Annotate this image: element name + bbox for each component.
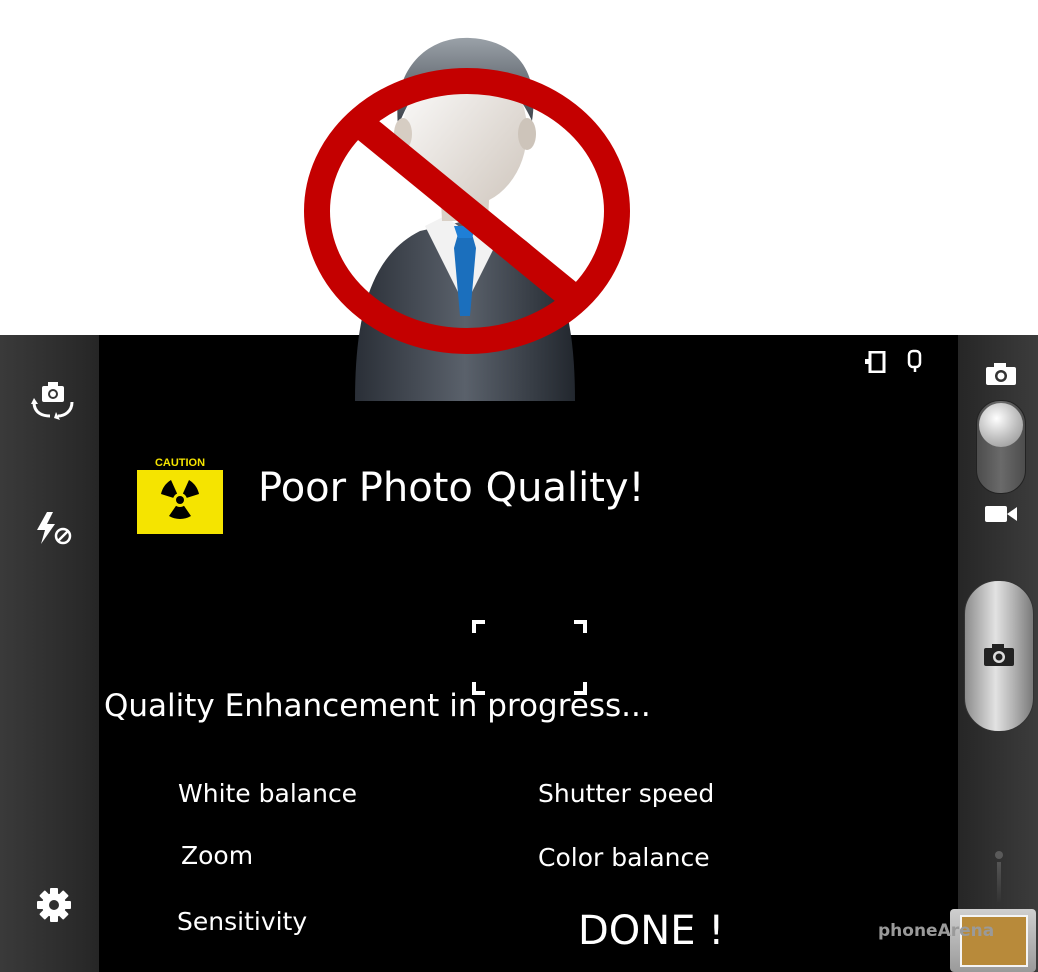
video-mode-icon[interactable] bbox=[984, 503, 1018, 525]
storage-icon bbox=[907, 349, 922, 372]
battery-icon bbox=[865, 351, 886, 373]
shutter-camera-icon bbox=[984, 644, 1014, 666]
camera-mode-icon[interactable] bbox=[984, 362, 1018, 386]
progress-message: Quality Enhancement in progress... bbox=[104, 688, 651, 724]
flash-off-icon[interactable] bbox=[33, 510, 73, 546]
camera-left-toolbar bbox=[0, 335, 99, 972]
zoom-indicator-dot bbox=[995, 851, 1003, 859]
camera-video-mode-switch[interactable] bbox=[976, 400, 1026, 494]
camera-viewfinder bbox=[0, 335, 1038, 972]
done-label: DONE ! bbox=[578, 908, 725, 954]
prohibition-sign-icon bbox=[304, 68, 630, 354]
switch-camera-icon[interactable] bbox=[30, 380, 76, 420]
caution-label: CAUTION bbox=[155, 457, 205, 469]
sensitivity-label: Sensitivity bbox=[177, 907, 308, 936]
white-balance-label: White balance bbox=[178, 779, 358, 808]
shutter-button[interactable] bbox=[964, 580, 1034, 732]
page-title: Poor Photo Quality! bbox=[258, 465, 645, 511]
zoom-indicator-track bbox=[997, 862, 1001, 902]
radiation-warning-icon: CAUTION bbox=[137, 452, 223, 534]
color-balance-label: Color balance bbox=[538, 843, 710, 872]
mode-switch-knob[interactable] bbox=[979, 403, 1023, 447]
shutter-speed-label: Shutter speed bbox=[538, 779, 715, 808]
zoom-label: Zoom bbox=[181, 841, 254, 870]
watermark: phoneArena bbox=[878, 921, 995, 941]
settings-gear-icon[interactable] bbox=[36, 887, 72, 923]
